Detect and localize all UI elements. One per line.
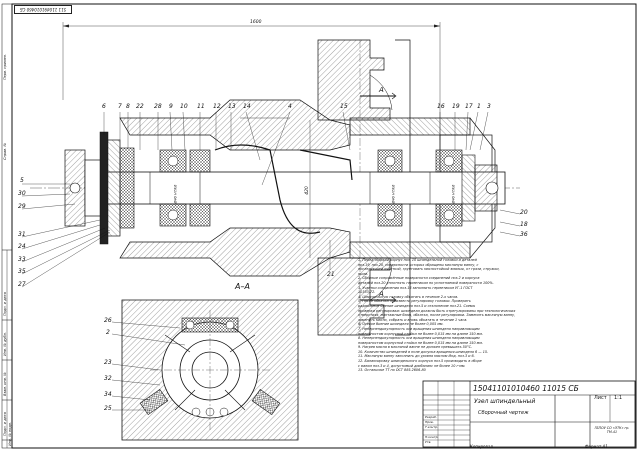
callout-number: 12: [213, 103, 221, 110]
organization: ГБПОУ СО «ЭТК» гр. ТМ-41: [594, 426, 630, 434]
title-row-label: Утв.: [425, 440, 432, 444]
binding-label: Инв. № дубл.: [3, 332, 7, 356]
binding-label: Перв. примен.: [3, 53, 7, 80]
sheet-label: Лист: [594, 395, 607, 401]
drawing-type: Сборочный чертеж: [478, 410, 529, 416]
note-line: 13. Остальные ТТ по ОСТ 885.2606-80: [358, 368, 426, 373]
callout-number: 27: [18, 281, 26, 288]
callout-number: 24: [18, 243, 26, 250]
binding-label: Инв. № подл.: [8, 421, 12, 446]
binding-label: Взам. инв. №: [3, 372, 7, 396]
callout-number: 19: [452, 103, 460, 110]
scale-value: 1:1: [614, 395, 623, 401]
callout-number: 18: [520, 221, 528, 228]
callout-number: 29: [18, 203, 26, 210]
assembly-name: Узел шпиндельный: [474, 398, 536, 405]
callout-number: 16: [437, 103, 445, 110]
callout-number: 1: [477, 103, 481, 110]
drawing-code-stamp: 511 110491010460 СБ: [14, 5, 72, 14]
callout-number: 25: [104, 405, 112, 412]
callout-number: 11: [197, 103, 205, 110]
spindle-nose: [64, 131, 135, 245]
document-code: 15041101010460 11015 СБ: [473, 384, 579, 393]
callout-number: 9: [169, 103, 173, 110]
main-shaft: [84, 171, 506, 205]
section-mark: А: [379, 86, 384, 94]
callout-number: 26: [104, 317, 112, 324]
binding-label: Справ. №: [3, 142, 7, 160]
copied-label: Копировал: [470, 444, 493, 449]
callout-number: 28: [154, 103, 162, 110]
binding-label: Подп. и дата: [3, 412, 7, 436]
callout-number: 13: [228, 103, 236, 110]
callout-number: 35: [18, 268, 26, 275]
binding-label: Подп. и дата: [3, 292, 7, 316]
callout-number: 4: [288, 103, 292, 110]
callout-number: 3: [487, 103, 491, 110]
format-label: Формат А1: [585, 444, 608, 449]
title-row-label: Н.контр.: [425, 435, 439, 439]
callout-number: 23: [104, 359, 112, 366]
callout-number: 36: [520, 231, 528, 238]
callout-number: 8: [126, 103, 130, 110]
section-title: А–А: [235, 282, 250, 291]
technical-requirements: 1. Перед сборкой корпус поз. 10 шпиндель…: [358, 258, 620, 373]
callout-number: 21: [327, 271, 335, 278]
diameter-label: Ø40 H7/k6: [173, 184, 178, 204]
overall-dimension-value: 1600: [250, 20, 262, 25]
center-dimension-value: 420: [304, 186, 310, 195]
callout-number: 33: [18, 256, 26, 263]
callout-number: 17: [465, 103, 473, 110]
callout-number: 34: [104, 391, 112, 398]
callout-number: 22: [136, 103, 144, 110]
callout-number: 30: [18, 190, 26, 197]
diameter-label: Ø40 H7/k6: [451, 184, 456, 204]
callout-number: 32: [104, 375, 112, 382]
callout-number: 7: [118, 103, 122, 110]
callout-number: 6: [102, 103, 106, 110]
section-aa-view: [121, 299, 299, 441]
title-row-label: Разраб.: [425, 415, 437, 419]
callout-number: 20: [520, 209, 528, 216]
callout-number: 14: [243, 103, 251, 110]
title-row-label: Пров.: [425, 420, 434, 424]
title-row-label: Т.контр.: [425, 425, 439, 429]
diameter-label: Ø40 H7/k6: [391, 184, 396, 204]
end-cap: [461, 154, 499, 222]
drawing-sheet: 511 110491010460 СБ 1600 420 Ø40 H7/k6 Ø…: [0, 0, 640, 452]
callout-number: 31: [18, 231, 26, 238]
callout-number: 10: [180, 103, 188, 110]
callout-number: 5: [20, 177, 24, 184]
callout-number: 15: [340, 103, 348, 110]
callout-number: 2: [106, 329, 110, 336]
